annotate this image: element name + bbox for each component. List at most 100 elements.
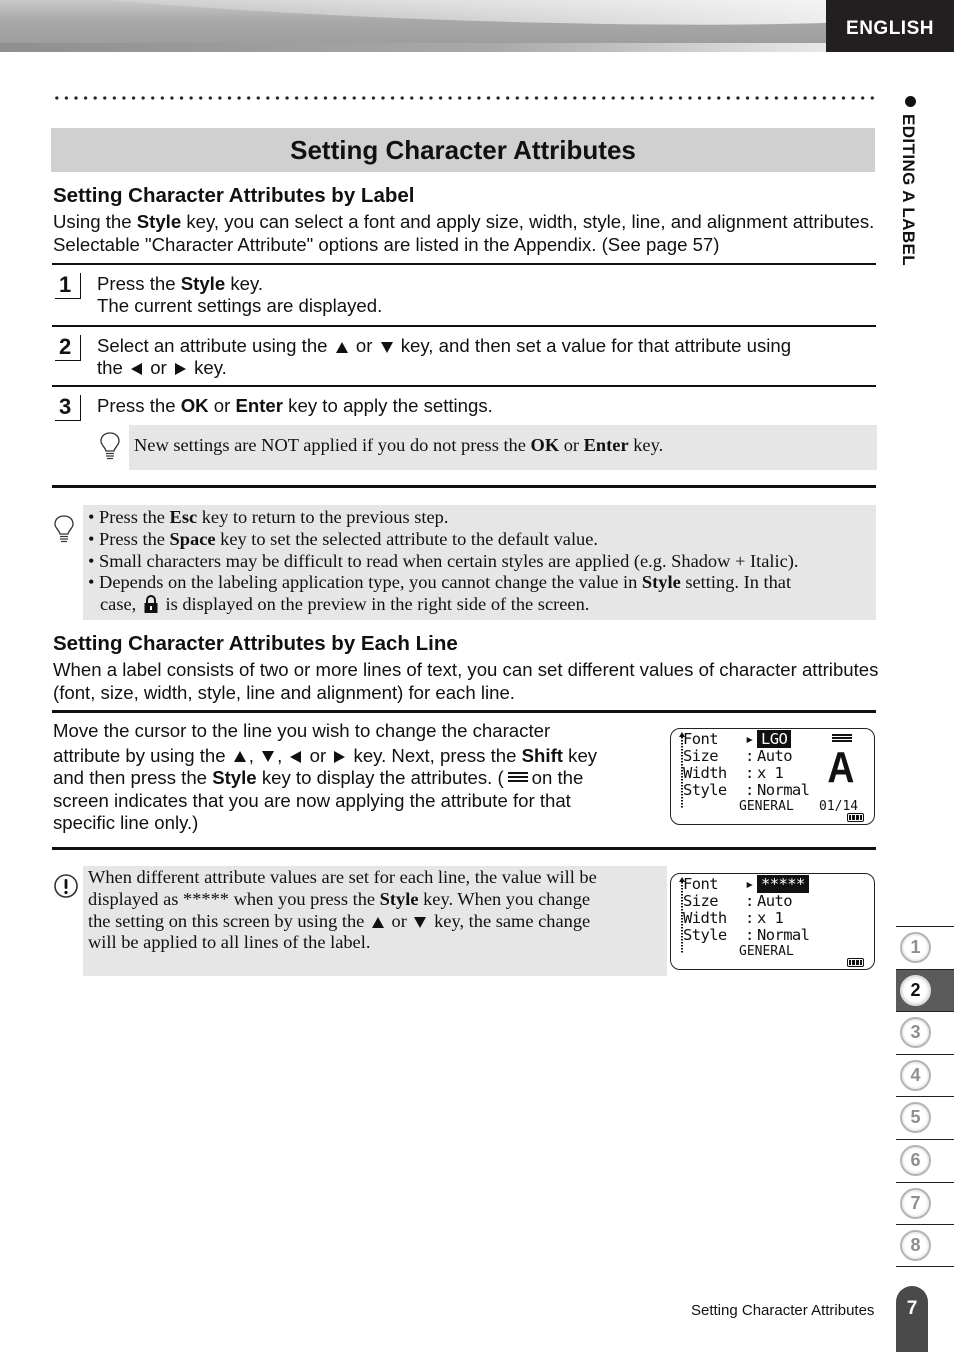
chapter-tab-7[interactable]: 7 [896,1181,954,1225]
text: key to set the selected attribute to the… [215,528,599,549]
key-name: Style [212,767,257,789]
step-1-text: Press the Style key. The current setting… [97,273,877,317]
text: key [568,744,598,766]
text: Depends on the labeling application type… [99,572,642,593]
footer-section-title: Setting Character Attributes [691,1302,875,1319]
chapter-number: 6 [900,1144,931,1176]
text: specific line only.) [53,812,199,834]
chapter-number: 8 [900,1230,931,1262]
lightbulb-icon [54,515,74,543]
text: or [208,395,236,416]
section-intro-by-line: When a label consists of two or more lin… [53,659,879,703]
text: attribute by using the [53,744,226,766]
text: key to display the attributes. ( [256,767,504,789]
lcd-label: Width [683,909,727,927]
section-heading-by-line: Setting Character Attributes by Each Lin… [53,632,458,655]
lcd-page-counter: 01/14 [819,799,859,814]
key-name: Enter [235,395,284,416]
key-name: OK [530,435,560,455]
tip-item: • Small characters may be difficult to r… [88,550,799,571]
lcd-screen-mixed-attributes: Font ▸ ***** Size: Auto Width: x 1 Style: Nor… [670,873,875,970]
text: key. Next, press the [353,744,517,766]
chapter-tab-4[interactable]: 4 [896,1053,954,1097]
text: key to apply the settings. [283,395,493,416]
lcd-value: Auto [757,892,793,910]
chapter-tab-5[interactable]: 5 [896,1096,954,1139]
text: Press the [97,273,181,294]
lcd-sep: : [745,764,754,782]
chapter-number: 1 [900,932,931,963]
step-3-text: Press the OK or Enter key to apply the s… [97,395,877,417]
up-arrow-icon [335,341,348,353]
text: or [150,357,167,378]
chapter-number: 4 [900,1059,931,1091]
side-label-text: EDITING A LABEL [899,114,918,267]
up-arrow-icon [371,916,384,928]
right-arrow-icon [174,363,186,376]
chapter-tab-2[interactable]: 2 [896,968,954,1012]
chapter-number: 3 [900,1017,931,1049]
chapter-tab-8[interactable]: 8 [896,1224,954,1267]
page-number: 7 [896,1286,928,1352]
lcd-label: Width [683,764,727,782]
text: screen indicates that you are now applyi… [53,789,571,811]
lcd-row-font: Font ▸ ***** [683,875,809,893]
lcd-value: x 1 [757,909,784,927]
text: displayed as ***** when you press the [88,888,380,909]
page-title: Setting Character Attributes [51,128,875,172]
header-band [0,0,826,52]
lcd-mode-label: GENERAL [739,799,794,814]
chapter-number: 5 [900,1102,931,1134]
text: on the [531,767,584,789]
tip-item: • Press the Space key to set the selecte… [88,528,599,549]
lcd-row-width: Width: x 1 [683,764,784,782]
chapter-tab-1[interactable]: 1 [896,926,954,969]
step-number: 1 [55,273,81,299]
text: or [309,744,327,766]
text: key. When you change [418,888,591,909]
key-name: Shift [521,744,563,766]
lcd-value-selected: LGO [757,730,792,748]
chapter-tab-3[interactable]: 3 [896,1011,954,1054]
lcd-sep: : [745,926,754,944]
text: key. [628,435,664,455]
text: is displayed on the preview in the right… [165,594,590,615]
text: New settings are NOT applied if you do n… [134,435,531,455]
tips-list: • Press the Esc key to return to the pre… [88,507,878,616]
text: Small characters may be difficult to rea… [99,550,799,571]
text: key. [194,357,227,378]
text: or [355,335,373,356]
text: Move the cursor to the line you wish to … [53,720,551,741]
text: setting. In that [680,572,792,593]
lcd-sep: : [745,747,754,765]
key-name: Enter [583,435,629,455]
text: or [559,435,584,455]
text: Using the [53,211,137,232]
key-name: Esc [169,507,198,527]
divider [52,263,876,265]
chapter-tab-6[interactable]: 6 [896,1138,954,1182]
language-tab: ENGLISH [826,0,954,52]
text: key, and then set a value for that attri… [400,335,792,356]
text: key. [225,273,264,294]
chapter-number: 2 [900,974,931,1006]
battery-icon [847,958,864,967]
lcd-row-size: Size: Auto [683,747,793,765]
lcd-row-font: Font ▸ LGO [683,730,792,748]
lcd-label: Font [683,875,719,893]
step-2-text: Select an attribute using the or key, an… [97,335,877,379]
chapter-nav: 1 2 3 4 5 6 7 8 [896,926,954,1267]
text: will be applied to all lines of the labe… [88,932,371,953]
text: key to return to the previous step. [197,507,449,527]
text: Press the [99,528,170,549]
text: key, the same change [434,910,591,931]
text: Press the [99,507,170,527]
lcd-value: x 1 [757,764,784,782]
lcd-label: Style [683,781,727,799]
text: and then press the [53,767,213,789]
text: Select an attribute using the [97,335,328,356]
down-arrow-icon [414,916,427,928]
left-arrow-icon [290,750,302,763]
step-number: 2 [55,335,81,361]
text: When different attribute values are set … [88,867,597,887]
